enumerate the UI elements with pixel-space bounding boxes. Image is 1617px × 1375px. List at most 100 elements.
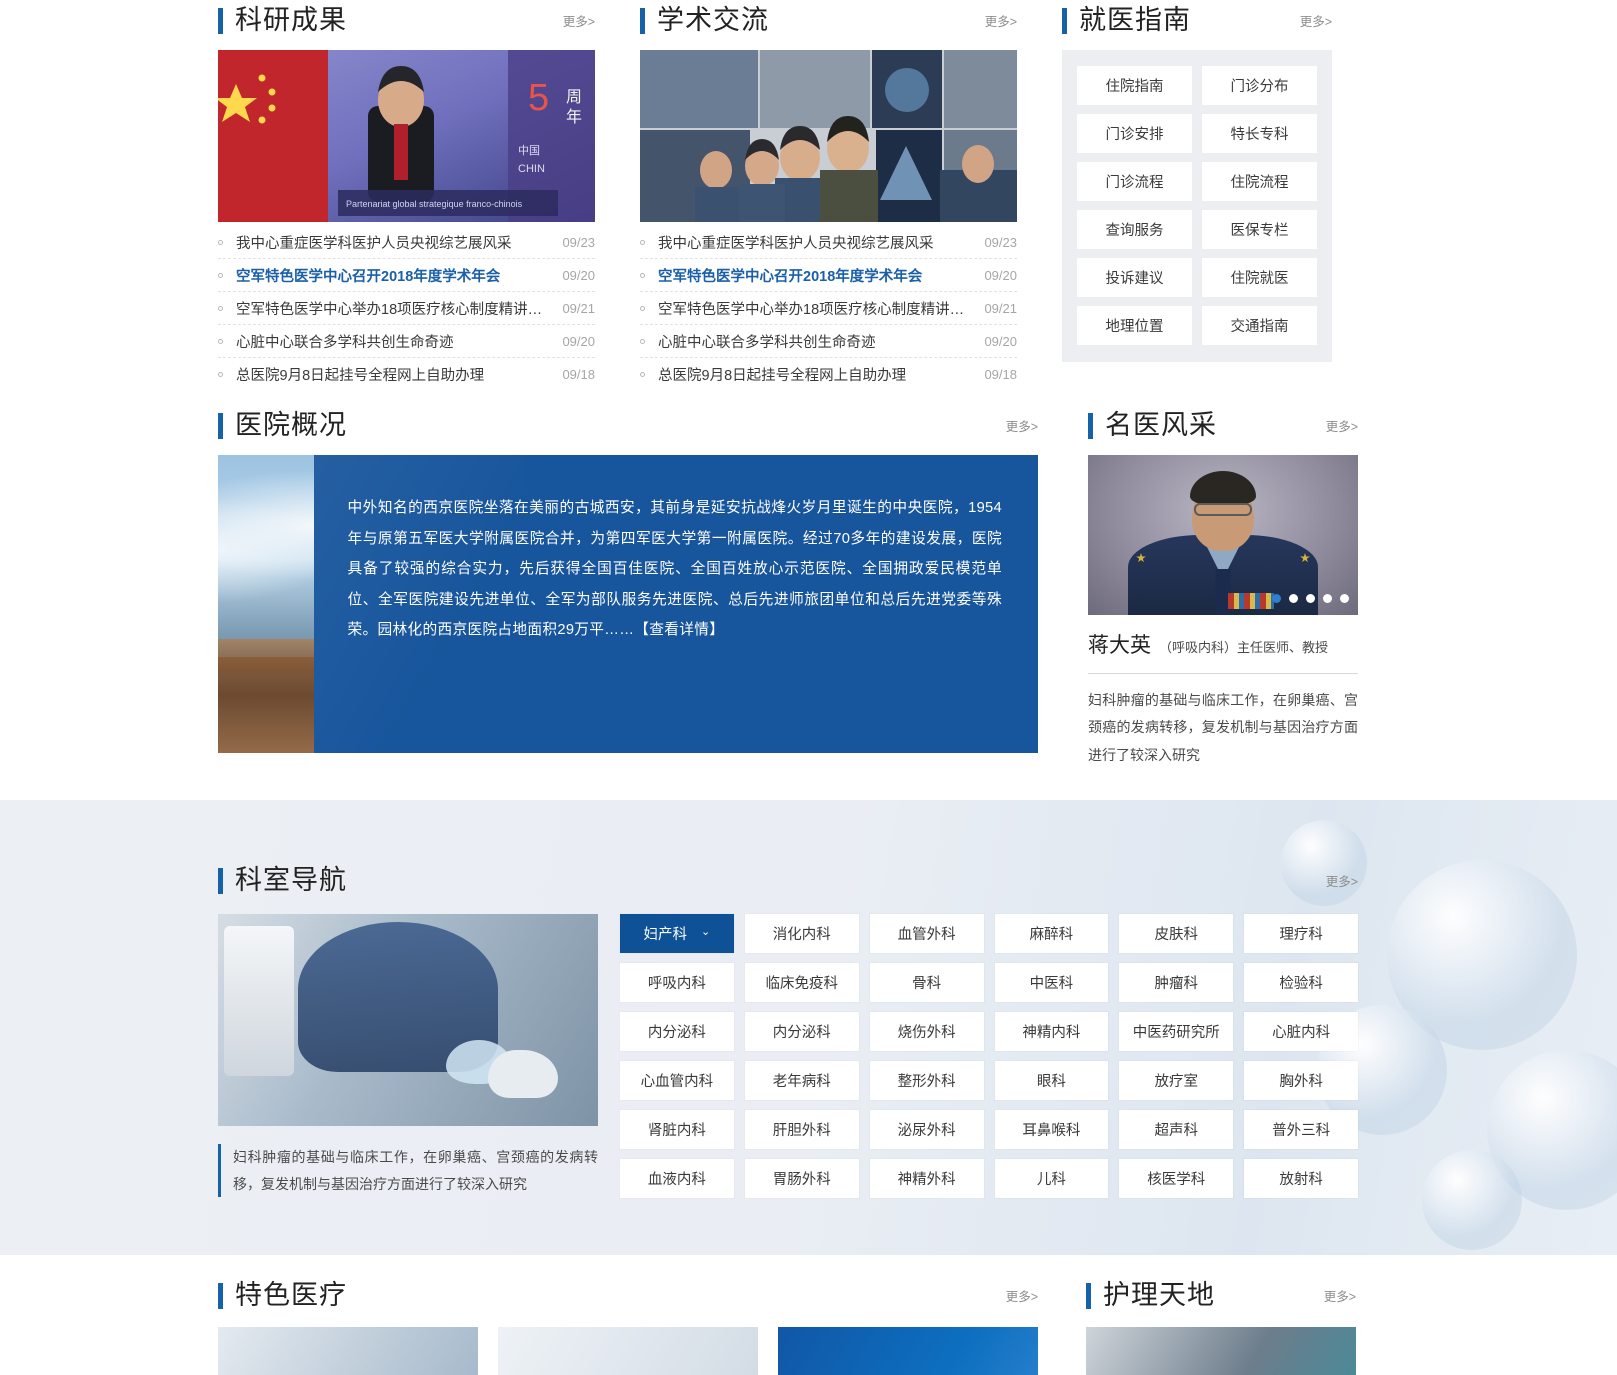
dept-button[interactable]: 血管外科	[869, 914, 984, 953]
guide-button[interactable]: 地理位置	[1077, 306, 1192, 345]
research-more-link[interactable]: 更多>	[563, 11, 595, 34]
dept-button[interactable]: 超声科	[1119, 1110, 1234, 1149]
dept-button[interactable]: 神精外科	[869, 1159, 984, 1198]
carousel-dot-active[interactable]	[1272, 594, 1281, 603]
dept-button[interactable]: 眼科	[994, 1061, 1109, 1100]
dept-button[interactable]: 呼吸内科	[620, 963, 734, 1002]
news-item[interactable]: 空军特色医学中心举办18项医疗核心制度精讲讲座 09/21	[640, 292, 1017, 325]
guide-more-link[interactable]: 更多>	[1300, 11, 1332, 34]
academic-thumbnail[interactable]	[640, 50, 1017, 222]
news-item[interactable]: 总医院9月8日起挂号全程网上自助办理 09/18	[640, 358, 1017, 391]
medical-device	[224, 926, 294, 1076]
chevron-down-icon: ⌄	[701, 926, 711, 938]
carousel-dot[interactable]	[1306, 594, 1315, 603]
nursing-more-link[interactable]: 更多>	[1324, 1286, 1356, 1309]
dept-button[interactable]: 血液内科	[620, 1159, 734, 1198]
guide-button[interactable]: 门诊流程	[1077, 162, 1192, 201]
nursing-header: 护理天地 更多>	[1086, 1275, 1356, 1309]
dept-button[interactable]: 放疗室	[1119, 1061, 1234, 1100]
dept-button[interactable]: 核医学科	[1119, 1159, 1234, 1198]
special-thumbnail[interactable]	[218, 1327, 478, 1375]
dept-button-active[interactable]: 妇产科 ⌄	[620, 914, 734, 953]
news-item[interactable]: 空军特色医学中心举办18项医疗核心制度精讲讲座 09/21	[218, 292, 595, 325]
bottom-content-row: 特色医疗 更多> 护理天地 更多>	[218, 1275, 1358, 1375]
dept-button[interactable]: 中医科	[994, 963, 1109, 1002]
dept-button[interactable]: 肾脏内科	[620, 1110, 734, 1149]
news-item[interactable]: 空军特色医学中心召开2018年度学术年会 09/20	[640, 259, 1017, 292]
carousel-dot[interactable]	[1289, 594, 1298, 603]
guide-title-text: 就医指南	[1079, 5, 1191, 35]
news-date: 09/18	[562, 367, 595, 382]
doctor-more-link[interactable]: 更多>	[1326, 416, 1358, 439]
guide-button[interactable]: 门诊分布	[1202, 66, 1317, 105]
guide-button[interactable]: 住院指南	[1077, 66, 1192, 105]
guide-button[interactable]: 查询服务	[1077, 210, 1192, 249]
guide-title: 就医指南	[1062, 7, 1191, 34]
special-thumbnails	[218, 1327, 1038, 1375]
research-thumbnail[interactable]: 5 周 年 中国 CHIN Partenariat global strateg…	[218, 50, 595, 222]
dept-button[interactable]: 神精内科	[994, 1012, 1109, 1051]
dept-button[interactable]: 胃肠外科	[744, 1159, 859, 1198]
gloved-hand	[488, 1050, 558, 1098]
nursing-thumbnail[interactable]	[1086, 1327, 1356, 1375]
dept-button[interactable]: 放射科	[1244, 1159, 1358, 1198]
dept-button[interactable]: 儿科	[994, 1159, 1109, 1198]
guide-button[interactable]: 投诉建议	[1077, 258, 1192, 297]
dept-button[interactable]: 胸外科	[1244, 1061, 1358, 1100]
dept-button[interactable]: 整形外科	[869, 1061, 984, 1100]
overview-detail-link[interactable]: 【查看详情】	[634, 622, 724, 638]
dept-button[interactable]: 消化内科	[744, 914, 859, 953]
guide-button[interactable]: 住院就医	[1202, 258, 1317, 297]
news-item[interactable]: 我中心重症医学科医护人员央视综艺展风采 09/23	[218, 226, 595, 259]
guide-panel: 住院指南 门诊分布 门诊安排 特长专科 门诊流程 住院流程 查询服务 医保专栏 …	[1062, 50, 1332, 362]
dept-button[interactable]: 中医药研究所	[1119, 1012, 1234, 1051]
guide-button[interactable]: 交通指南	[1202, 306, 1317, 345]
carousel-dot[interactable]	[1323, 594, 1332, 603]
guide-button[interactable]: 特长专科	[1202, 114, 1317, 153]
dept-button[interactable]: 理疗科	[1244, 914, 1358, 953]
dept-caption-row: 妇科肿瘤的基础与临床工作，在卵巢癌、宫颈癌的发病转移，复发机制与基因治疗方面进行…	[218, 1144, 598, 1198]
special-header: 特色医疗 更多>	[218, 1275, 1038, 1309]
doctor-portrait[interactable]	[1088, 455, 1358, 615]
guide-button[interactable]: 医保专栏	[1202, 210, 1317, 249]
dept-button[interactable]: 耳鼻喉科	[994, 1110, 1109, 1149]
bullet-icon	[640, 305, 645, 311]
overview-more-link[interactable]: 更多>	[1006, 416, 1038, 439]
dept-more-link[interactable]: 更多>	[1326, 871, 1358, 894]
dept-button[interactable]: 麻醉科	[994, 914, 1109, 953]
dept-button[interactable]: 烧伤外科	[869, 1012, 984, 1051]
dept-button[interactable]: 临床免疫科	[744, 963, 859, 1002]
news-item[interactable]: 心脏中心联合多学科共创生命奇迹 09/20	[640, 325, 1017, 358]
special-thumbnail[interactable]	[498, 1327, 758, 1375]
news-item[interactable]: 空军特色医学中心召开2018年度学术年会 09/20	[218, 259, 595, 292]
dept-button[interactable]: 内分泌科	[744, 1012, 859, 1051]
carousel-dot[interactable]	[1340, 594, 1349, 603]
special-more-link[interactable]: 更多>	[1006, 1286, 1038, 1309]
news-item[interactable]: 心脏中心联合多学科共创生命奇迹 09/20	[218, 325, 595, 358]
dept-button[interactable]: 心血管内科	[620, 1061, 734, 1100]
dept-button[interactable]: 泌尿外科	[869, 1110, 984, 1149]
dept-button[interactable]: 肝胆外科	[744, 1110, 859, 1149]
department-image[interactable]	[218, 914, 598, 1126]
bullet-icon	[640, 272, 645, 278]
department-navigation-band: 科室导航 更多> 妇科肿瘤的基础与临床工作，在卵巢癌、宫颈癌的发病转移，复发机制…	[0, 800, 1617, 1255]
dept-button[interactable]: 心脏内科	[1244, 1012, 1358, 1051]
dept-button[interactable]: 检验科	[1244, 963, 1358, 1002]
special-thumbnail[interactable]	[778, 1327, 1038, 1375]
guide-button[interactable]: 门诊安排	[1077, 114, 1192, 153]
dept-button[interactable]: 普外三科	[1244, 1110, 1358, 1149]
dept-button[interactable]: 内分泌科	[620, 1012, 734, 1051]
news-item[interactable]: 我中心重症医学科医护人员央视综艺展风采 09/23	[640, 226, 1017, 259]
dept-button[interactable]: 皮肤科	[1119, 914, 1234, 953]
news-date: 09/20	[984, 267, 1017, 283]
dept-button[interactable]: 骨科	[869, 963, 984, 1002]
guide-button[interactable]: 住院流程	[1202, 162, 1317, 201]
carousel-dots[interactable]	[1272, 594, 1349, 603]
cloud-decor	[218, 495, 314, 605]
academic-more-link[interactable]: 更多>	[985, 11, 1017, 34]
dept-button[interactable]: 肿瘤科	[1119, 963, 1234, 1002]
academic-header: 学术交流 更多>	[640, 0, 1017, 34]
dept-button[interactable]: 老年病科	[744, 1061, 859, 1100]
news-item[interactable]: 总医院9月8日起挂号全程网上自助办理 09/18	[218, 358, 595, 391]
bullet-icon	[640, 239, 645, 245]
